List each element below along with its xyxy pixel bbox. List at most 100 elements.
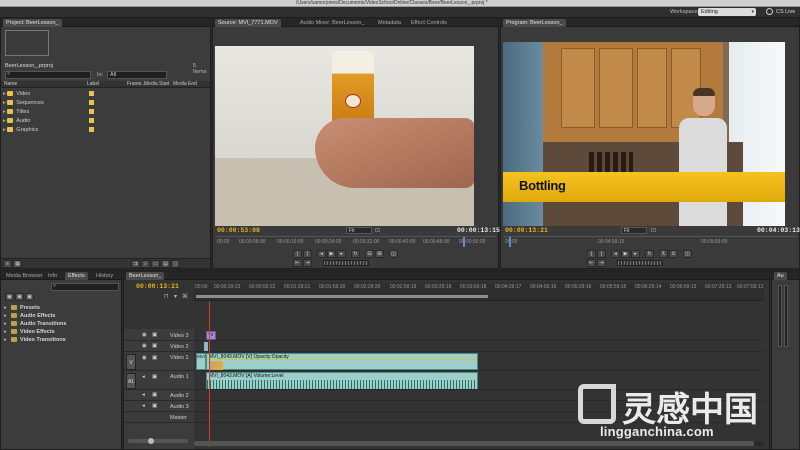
source-ruler[interactable]: 00:00 00:00:08:00 00:00:16:00 00:00:24:0…	[215, 236, 496, 248]
speaker-icon[interactable]: ◂	[142, 403, 145, 409]
video-target-toggle[interactable]: V	[126, 354, 136, 370]
play-icon[interactable]: ▶	[327, 250, 336, 258]
accelerated-effects-icon[interactable]: ▣	[5, 293, 14, 301]
audio-target-toggle[interactable]: A1	[126, 373, 136, 389]
tab-effect-controls[interactable]: Effect Controls	[408, 19, 450, 27]
step-back-icon[interactable]: ◂	[611, 250, 620, 258]
loop-icon[interactable]: ↻	[351, 250, 360, 258]
mark-out-icon[interactable]: }	[597, 250, 606, 258]
col-name[interactable]: Name	[4, 81, 17, 87]
step-back-icon[interactable]: ◂	[317, 250, 326, 258]
list-item[interactable]: ▸ Video Transitions	[4, 337, 66, 343]
expand-arrow-icon[interactable]: ▸	[4, 313, 7, 319]
tab-audio-mixer[interactable]: Audio Mixer: BeerLesson_	[297, 19, 368, 27]
eye-icon[interactable]: ◉	[142, 332, 147, 338]
export-frame-icon[interactable]: ◫	[389, 250, 398, 258]
icon-view-icon[interactable]: ▦	[13, 260, 22, 268]
zoom-handle[interactable]	[148, 438, 154, 444]
timeline-playhead[interactable]	[209, 301, 210, 447]
play-icon[interactable]: ▶	[621, 250, 630, 258]
clip-video-v1[interactable]: MVI_8043.MOV [V] Opacity:Opacity	[206, 353, 478, 370]
marker-icon[interactable]: ▾	[174, 293, 177, 300]
list-item[interactable]: ▸ Audio	[3, 117, 30, 125]
source-playhead[interactable]	[463, 237, 465, 247]
loop-icon[interactable]: ↻	[645, 250, 654, 258]
tab-audio-meters[interactable]: Au	[774, 272, 787, 280]
export-frame-icon[interactable]: ◫	[683, 250, 692, 258]
tab-media-browser[interactable]: Media Browser	[3, 272, 46, 280]
col-media-end[interactable]: Media End	[173, 81, 197, 87]
program-settings-icon[interactable]: ⊡	[651, 227, 656, 234]
goto-in-icon[interactable]: ⇤	[293, 259, 302, 267]
tab-metadata[interactable]: Metadata	[375, 19, 404, 27]
speaker-icon[interactable]: ◂	[142, 374, 145, 380]
tab-program[interactable]: Program: BeerLesson_	[503, 19, 566, 27]
col-frame[interactable]: Frame...	[127, 81, 146, 87]
source-fit-select[interactable]: Fit	[346, 227, 372, 234]
tab-effects[interactable]: Effects	[65, 272, 88, 280]
timeline-timecode[interactable]: 00:00:13:21	[136, 283, 179, 290]
snap-icon[interactable]: ⊓	[164, 293, 169, 300]
mark-out-icon[interactable]: }	[303, 250, 312, 258]
clip-small[interactable]	[204, 342, 208, 351]
list-item[interactable]: ▸ Titles	[3, 108, 29, 116]
mark-in-icon[interactable]: {	[587, 250, 596, 258]
lock-icon[interactable]: ▣	[152, 403, 157, 409]
lock-icon[interactable]: ▣	[152, 374, 157, 380]
list-item[interactable]: ▸ Presets	[4, 305, 40, 311]
expand-arrow-icon[interactable]: ▸	[4, 305, 7, 311]
speaker-icon[interactable]: ◂	[142, 392, 145, 398]
timeline-ruler[interactable]: 00:00 00:00:29:23 00:00:59:22 00:01:29:2…	[194, 283, 764, 301]
lock-icon[interactable]: ▣	[152, 392, 157, 398]
lock-icon[interactable]: ▣	[152, 332, 157, 338]
title-banner[interactable]: Bottling	[503, 172, 785, 202]
lock-icon[interactable]: ▣	[152, 343, 157, 349]
extract-icon[interactable]: ⊻	[669, 250, 678, 258]
step-forward-icon[interactable]: ▸	[337, 250, 346, 258]
work-area-bar[interactable]	[196, 295, 488, 298]
jog-shuttle[interactable]	[617, 260, 663, 266]
tab-history[interactable]: History	[93, 272, 116, 280]
eye-icon[interactable]: ◉	[142, 343, 147, 349]
list-item[interactable]: ▸ Video	[3, 90, 30, 98]
tab-info[interactable]: Info	[45, 272, 60, 280]
effects-search-input[interactable]: ⌕	[51, 283, 119, 291]
goto-out-icon[interactable]: ⇥	[597, 259, 606, 267]
scroll-thumb[interactable]	[194, 441, 754, 446]
list-view-icon[interactable]: ≡	[3, 260, 12, 268]
workspace-select[interactable]: Editing ▾	[698, 8, 756, 16]
goto-in-icon[interactable]: ⇤	[587, 259, 596, 267]
lift-icon[interactable]: ⊼	[659, 250, 668, 258]
tab-sequence[interactable]: BeerLesson_	[126, 272, 165, 280]
insert-icon[interactable]: ⊟	[365, 250, 374, 258]
jog-shuttle[interactable]	[323, 260, 369, 266]
list-item[interactable]: ▸ Graphics	[3, 126, 38, 134]
cs-live-label[interactable]: CS Live	[776, 9, 795, 15]
opacity-line[interactable]	[207, 359, 477, 360]
program-playhead[interactable]	[509, 237, 511, 247]
new-item-icon[interactable]: ▤	[161, 260, 170, 268]
expand-arrow-icon[interactable]: ▸	[4, 329, 7, 335]
list-item[interactable]: ▸ Sequences	[3, 99, 44, 107]
automate-icon[interactable]: ⇉	[131, 260, 140, 268]
mark-in-icon[interactable]: {	[293, 250, 302, 258]
clip-title[interactable]: Tit	[206, 331, 216, 340]
source-current-timecode[interactable]: 00:00:53:08	[217, 227, 260, 234]
link-icon[interactable]: ⌘	[182, 293, 188, 300]
tab-project[interactable]: Project: BeerLesson_	[3, 19, 62, 27]
source-settings-icon[interactable]: ⊡	[375, 227, 380, 234]
eye-icon[interactable]: ◉	[142, 355, 147, 361]
list-item[interactable]: ▸ Audio Effects	[4, 313, 55, 319]
cs-live-icon[interactable]	[766, 8, 773, 15]
program-current-timecode[interactable]: 00:00:13:21	[505, 227, 548, 234]
program-video-frame[interactable]: Bottling	[503, 42, 785, 226]
expand-arrow-icon[interactable]: ▸	[4, 321, 7, 327]
source-video-frame[interactable]	[215, 46, 474, 226]
overwrite-icon[interactable]: ⊞	[375, 250, 384, 258]
expand-arrow-icon[interactable]: ▸	[4, 337, 7, 343]
in-select[interactable]: All	[107, 71, 167, 79]
clip-v1-small[interactable]: MVI	[196, 353, 206, 370]
clip-audio-a1[interactable]: MVI_8043.MOV [A] Volume:Level	[206, 372, 478, 389]
col-media-start[interactable]: Media Start	[144, 81, 170, 87]
step-forward-icon[interactable]: ▸	[631, 250, 640, 258]
